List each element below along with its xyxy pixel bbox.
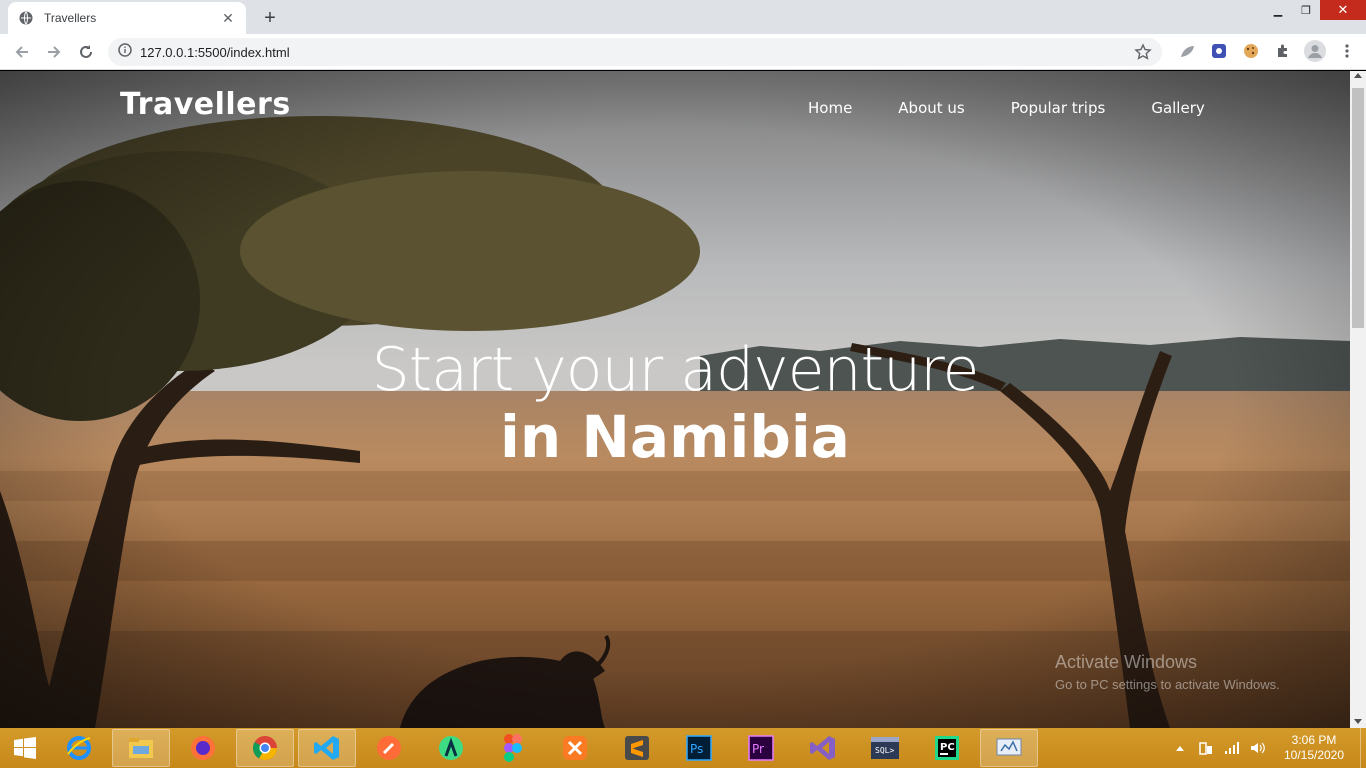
svg-text:PC: PC bbox=[940, 742, 955, 753]
new-tab-button[interactable]: + bbox=[258, 6, 282, 30]
clock-time: 3:06 PM bbox=[1291, 733, 1337, 747]
postman-icon[interactable] bbox=[360, 729, 418, 767]
watermark-title: Activate Windows bbox=[1055, 652, 1198, 672]
tab-close-icon[interactable]: ✕ bbox=[220, 10, 236, 26]
pycharm-icon[interactable]: PC bbox=[918, 729, 976, 767]
system-tray: 3:06 PM 10/15/2020 bbox=[1170, 728, 1366, 768]
minimize-icon[interactable]: ▁ bbox=[1264, 0, 1292, 20]
url-text: 127.0.0.1:5500/index.html bbox=[140, 44, 290, 60]
bookmark-star-icon[interactable] bbox=[1134, 43, 1152, 61]
system-clock[interactable]: 3:06 PM 10/15/2020 bbox=[1274, 733, 1354, 763]
activate-windows-watermark: Activate Windows Go to PC settings to ac… bbox=[1055, 652, 1280, 692]
windows-taskbar: Ps Pr SQL> PC 3:06 PM 10/15/2020 bbox=[0, 728, 1366, 768]
site-nav: Home About us Popular trips Gallery bbox=[808, 99, 1205, 117]
back-icon[interactable] bbox=[6, 36, 38, 68]
nav-link-home[interactable]: Home bbox=[808, 99, 852, 117]
firefox-icon[interactable] bbox=[174, 729, 232, 767]
page-scrollbar[interactable] bbox=[1350, 71, 1366, 728]
network-signal-icon[interactable] bbox=[1222, 738, 1242, 758]
hero-section: Travellers Home About us Popular trips G… bbox=[0, 71, 1350, 728]
hero-headline-primary: Start your adventure bbox=[371, 335, 980, 405]
scroll-down-icon[interactable] bbox=[1354, 719, 1362, 724]
visual-studio-icon[interactable] bbox=[794, 729, 852, 767]
figma-icon[interactable] bbox=[484, 729, 542, 767]
window-controls: ▁ ❐ ✕ bbox=[1264, 0, 1366, 20]
page-viewport: Travellers Home About us Popular trips G… bbox=[0, 71, 1350, 728]
xampp-icon[interactable] bbox=[546, 729, 604, 767]
chrome-icon[interactable] bbox=[236, 729, 294, 767]
info-icon[interactable] bbox=[118, 42, 132, 62]
site-logo[interactable]: Travellers bbox=[120, 87, 291, 122]
globe-icon bbox=[18, 10, 34, 26]
extension-icons bbox=[1176, 40, 1358, 62]
tab-title: Travellers bbox=[44, 11, 97, 25]
forward-icon[interactable] bbox=[38, 36, 70, 68]
clock-date: 10/15/2020 bbox=[1283, 748, 1345, 762]
windows-start-icon[interactable] bbox=[0, 728, 50, 768]
svg-text:SQL>: SQL> bbox=[875, 746, 894, 755]
address-bar[interactable]: 127.0.0.1:5500/index.html bbox=[108, 38, 1162, 66]
nav-link-about-us[interactable]: About us bbox=[898, 99, 964, 117]
control-panel-icon[interactable] bbox=[980, 729, 1038, 767]
scroll-up-icon[interactable] bbox=[1354, 73, 1362, 78]
restore-icon[interactable]: ❐ bbox=[1292, 0, 1320, 20]
device-connection-icon[interactable] bbox=[1196, 738, 1216, 758]
reload-icon[interactable] bbox=[70, 36, 102, 68]
photoshop-icon[interactable]: Ps bbox=[670, 729, 728, 767]
svg-text:Pr: Pr bbox=[752, 742, 764, 756]
menu-kebab-icon[interactable] bbox=[1336, 40, 1358, 62]
browser-toolbar: 127.0.0.1:5500/index.html bbox=[0, 34, 1366, 70]
profile-avatar-icon[interactable] bbox=[1304, 40, 1326, 62]
internet-explorer-icon[interactable] bbox=[50, 729, 108, 767]
file-explorer-icon[interactable] bbox=[112, 729, 170, 767]
svg-text:Ps: Ps bbox=[690, 742, 703, 756]
browser-tab[interactable]: Travellers ✕ bbox=[8, 2, 246, 34]
window-close-icon[interactable]: ✕ bbox=[1320, 0, 1366, 20]
scrollbar-thumb[interactable] bbox=[1352, 88, 1364, 328]
nav-link-popular-trips[interactable]: Popular trips bbox=[1011, 99, 1106, 117]
vs-code-icon[interactable] bbox=[298, 729, 356, 767]
leaf-extension-icon[interactable] bbox=[1176, 40, 1198, 62]
show-desktop-button[interactable] bbox=[1360, 728, 1366, 768]
watermark-subtitle: Go to PC settings to activate Windows. bbox=[1055, 677, 1280, 692]
premiere-pro-icon[interactable]: Pr bbox=[732, 729, 790, 767]
browser-tabstrip: Travellers ✕ + ▁ ❐ ✕ bbox=[0, 0, 1366, 34]
puzzle-app-extension-icon[interactable] bbox=[1208, 40, 1230, 62]
sql-shell-icon[interactable]: SQL> bbox=[856, 729, 914, 767]
nav-link-gallery[interactable]: Gallery bbox=[1151, 99, 1204, 117]
hero-headline-secondary: in Namibia bbox=[500, 403, 850, 471]
cookie-extension-icon[interactable] bbox=[1240, 40, 1262, 62]
show-hidden-icons-icon[interactable] bbox=[1170, 738, 1190, 758]
extensions-puzzle-icon[interactable] bbox=[1272, 40, 1294, 62]
android-studio-icon[interactable] bbox=[422, 729, 480, 767]
volume-icon[interactable] bbox=[1248, 738, 1268, 758]
sublime-text-icon[interactable] bbox=[608, 729, 666, 767]
